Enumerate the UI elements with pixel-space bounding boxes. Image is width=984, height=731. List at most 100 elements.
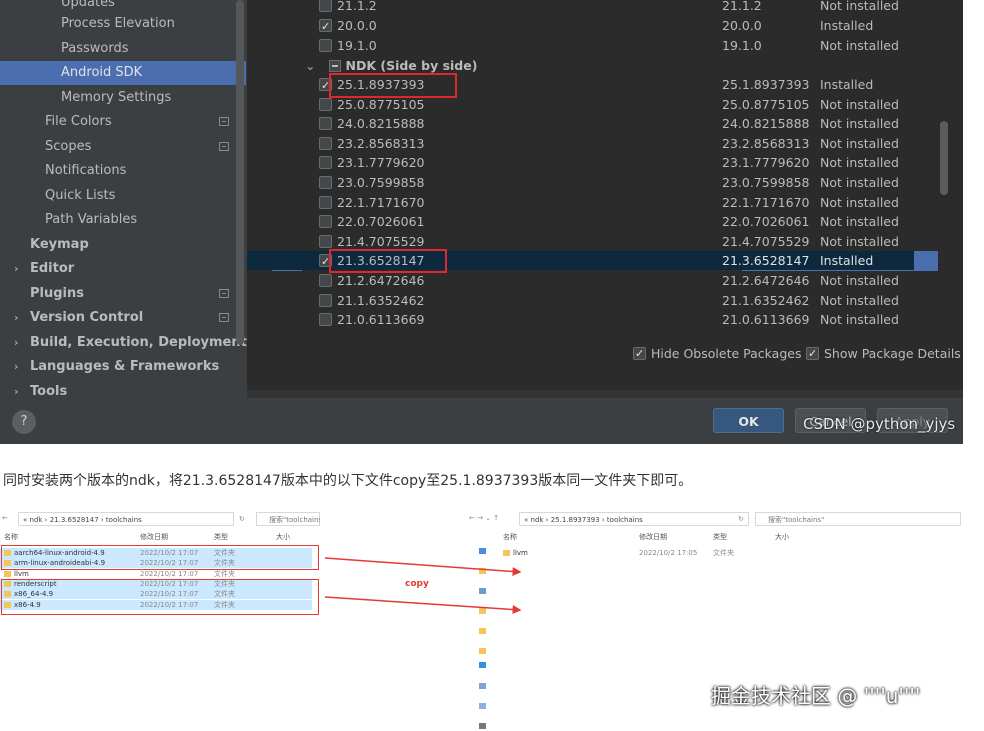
expand-arrow-icon[interactable]: › [14,257,19,281]
search-box-left[interactable]: 搜索"toolchains" [256,512,320,526]
package-status: Not installed [820,155,899,171]
package-checkbox[interactable] [319,17,332,36]
col-type-left[interactable]: 类型 [214,532,228,543]
this-pc-icon[interactable] [479,683,486,689]
table-row[interactable]: 19.1.0 19.1.0 Not installed [247,36,914,55]
sidebar-item-label: Version Control [30,310,144,325]
package-status: Not installed [820,116,899,132]
package-checkbox[interactable] [319,97,332,111]
table-scrollbar[interactable] [940,121,948,195]
package-checkbox[interactable] [319,136,332,150]
package-checkbox[interactable] [319,176,332,189]
package-checkbox[interactable] [319,39,332,52]
sidebar-item[interactable]: › Version Control [0,306,246,330]
refresh-icon[interactable]: ↻ [738,515,744,523]
package-checkbox[interactable] [319,195,332,209]
sidebar-item[interactable]: Notifications [0,159,246,183]
project-scope-icon [219,142,229,151]
folder-icon[interactable] [479,648,486,654]
table-row[interactable]: 21.0.6113669 21.0.6113669 Not installed [247,310,914,329]
col-size-right[interactable]: 大小 [775,532,789,543]
package-checkbox[interactable] [319,274,332,287]
file-type: 文件夹 [214,569,235,578]
drive-icon[interactable] [479,703,486,709]
col-name-right[interactable]: 名称 [503,532,517,543]
package-name: 24.0.8215888 [337,116,425,132]
file-name: llvm [14,569,29,578]
package-status: Not installed [820,214,899,230]
table-row[interactable]: 21.1.2 21.1.2 Not installed [247,0,914,15]
sidebar-scrollbar[interactable] [236,0,244,345]
table-row[interactable]: 21.1.6352462 21.1.6352462 Not installed [247,291,914,310]
package-checkbox[interactable] [319,0,332,12]
hide-obsolete-option[interactable]: Hide Obsolete Packages [633,345,801,363]
col-type-right[interactable]: 类型 [713,532,727,543]
sidebar-item[interactable]: › Languages & Frameworks [0,355,246,379]
highlight-box-21-3 [329,249,447,273]
table-row[interactable]: 23.1.7779620 23.1.7779620 Not installed [247,153,914,172]
back-arrow-icon[interactable]: ← [2,514,8,522]
col-date-right[interactable]: 修改日期 [639,532,667,543]
highlight-box-files-1 [1,545,319,570]
horizontal-scrollbar[interactable] [247,390,963,398]
package-checkbox[interactable] [319,117,332,131]
drive-icon[interactable] [479,723,486,729]
sidebar-item-label: Keymap [30,237,89,252]
sidebar-item[interactable]: Quick Lists [0,184,246,208]
sidebar-item[interactable]: Keymap [0,233,246,257]
sidebar-item[interactable]: Plugins [0,282,246,306]
address-bar-left[interactable]: « ndk › 21.3.6528147 › toolchains [18,512,234,526]
sidebar-item[interactable]: File Colors [0,110,246,134]
back-arrow-icon[interactable]: ← → ⌄ ↑ [469,514,499,522]
table-row[interactable]: 20.0.0 20.0.0 Installed [247,16,914,36]
package-name: 21.2.6472646 [337,273,425,288]
expand-arrow-icon[interactable]: ⌄ [305,58,315,73]
ndk-group-label: NDK (Side by side) [345,58,478,73]
sidebar-item[interactable]: Process Elevation [0,12,246,36]
package-name: 23.2.8568313 [337,135,425,151]
refresh-icon[interactable]: ↻ [239,515,245,523]
col-size-left[interactable]: 大小 [276,532,290,543]
table-row[interactable]: 23.2.8568313 23.2.8568313 Not installed [247,134,914,153]
package-status: Not installed [820,135,899,151]
sidebar-item[interactable]: Path Variables [0,208,246,232]
group-checkbox[interactable] [329,60,342,72]
expand-arrow-icon[interactable]: › [14,331,19,355]
package-checkbox[interactable] [319,313,332,327]
sidebar-item[interactable]: Scopes [0,135,246,159]
package-checkbox[interactable] [319,215,332,229]
sidebar-item[interactable]: › Editor [0,257,246,281]
project-scope-icon [219,313,229,322]
package-checkbox[interactable] [319,234,332,248]
help-button[interactable]: ? [12,410,36,434]
package-checkbox[interactable] [319,293,332,307]
sidebar-item-label: Build, Execution, Deployment [30,335,247,350]
package-checkbox[interactable] [319,156,332,170]
sidebar-item[interactable]: › Build, Execution, Deployment [0,331,247,355]
table-row[interactable]: 22.1.7171670 22.1.7171670 Not installed [247,193,914,212]
show-details-checkbox[interactable] [806,345,819,363]
onedrive-icon[interactable] [479,662,486,668]
table-row[interactable]: 21.4.7075529 21.4.7075529 Not installed [247,232,914,251]
address-text-right: « ndk › 25.1.8937393 › toolchains [524,516,643,524]
folder-icon[interactable] [479,628,486,634]
expand-arrow-icon[interactable]: › [14,306,19,330]
table-row[interactable]: 23.0.7599858 23.0.7599858 Not installed [247,173,914,192]
hide-obsolete-checkbox[interactable] [633,345,646,363]
expand-arrow-icon[interactable]: › [14,355,19,379]
address-bar-right[interactable]: « ndk › 25.1.8937393 › toolchains [519,512,749,526]
col-name-left[interactable]: 名称 [4,532,18,543]
table-row[interactable]: 21.2.6472646 21.2.6472646 Not installed [247,271,914,290]
package-status: Not installed [820,233,899,249]
sidebar-item[interactable]: Memory Settings [0,86,246,110]
sidebar-item[interactable]: Passwords [0,37,246,61]
search-box-right[interactable]: 搜索"toolchains" [755,512,961,526]
col-date-left[interactable]: 修改日期 [140,532,168,543]
table-row[interactable]: 24.0.8215888 24.0.8215888 Not installed [247,114,914,133]
file-row[interactable]: llvm 2022/10/2 17:07 文件夹 [0,569,312,579]
ok-button[interactable]: OK [713,408,784,433]
sidebar-item[interactable]: Android SDK [0,61,246,85]
table-row[interactable]: 22.0.7026061 22.0.7026061 Not installed [247,212,914,231]
show-details-option[interactable]: Show Package Details [806,345,961,363]
file-row[interactable]: llvm 2022/10/2 17:05 文件夹 [499,548,811,558]
